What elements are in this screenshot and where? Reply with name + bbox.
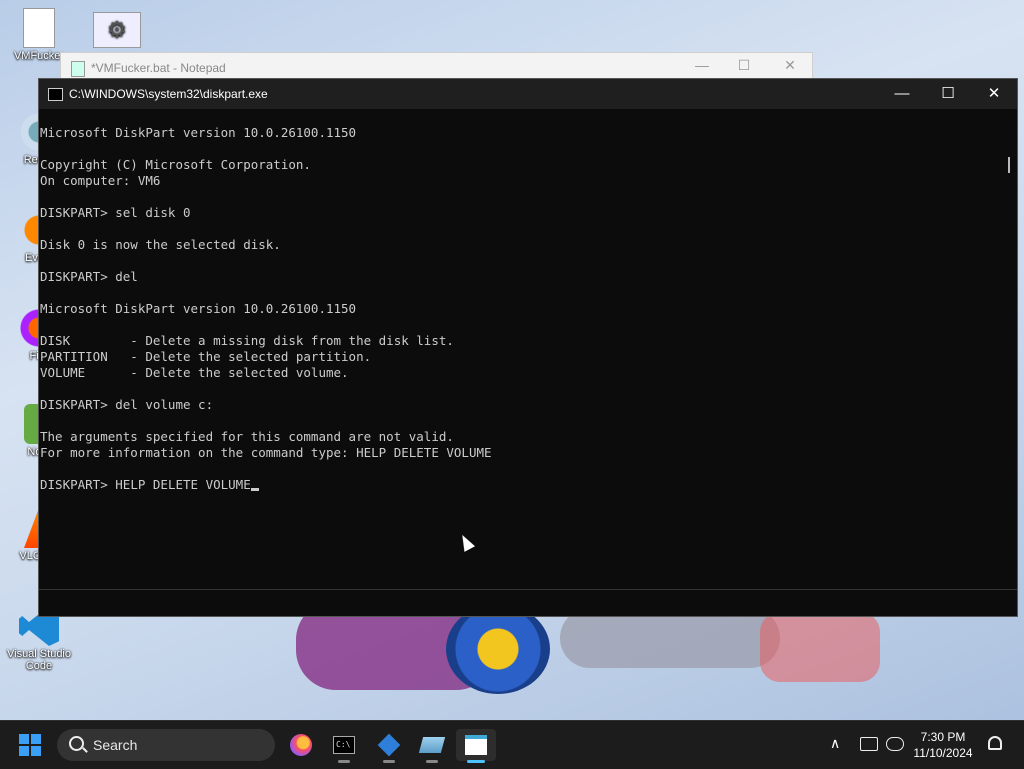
console-input[interactable]: HELP DELETE VOLUME (115, 477, 250, 492)
running-indicator (383, 760, 395, 763)
console-close-button[interactable]: ✕ (971, 79, 1017, 109)
running-indicator (467, 760, 485, 763)
notepad-icon (71, 61, 85, 77)
command-prompt-icon: C:\ (333, 736, 355, 754)
notepad-minimize-button[interactable]: — (687, 57, 717, 73)
notepad-title: *VMFucker.bat - Notepad (91, 61, 226, 75)
search-label: Search (93, 737, 138, 753)
running-indicator (426, 760, 438, 763)
desktop-icon-settings-file[interactable]: ⚙ (78, 12, 156, 50)
clock-date: 11/10/2024 (913, 746, 973, 760)
desktop-icon-label: VMFucker (13, 50, 65, 62)
taskbar-app-notepad-blue[interactable] (412, 729, 452, 763)
taskbar-app-command-prompt[interactable]: C:\ (324, 729, 364, 763)
diskpart-window[interactable]: C:\WINDOWS\system32\diskpart.exe — ☐ ✕ M… (38, 78, 1018, 617)
app-cube-icon (377, 733, 401, 757)
taskbar-clock[interactable]: 7:30 PM 11/10/2024 (912, 729, 974, 761)
console-output[interactable]: Microsoft DiskPart version 10.0.26100.11… (39, 109, 1001, 589)
console-bottom-bar (39, 589, 1017, 616)
taskbar-app-firefox[interactable] (281, 729, 321, 761)
notepad-blue-icon (418, 737, 446, 753)
console-minimize-button[interactable]: — (879, 79, 925, 109)
notification-bell-icon[interactable] (988, 736, 1002, 750)
console-maximize-button[interactable]: ☐ (925, 79, 971, 109)
wallpaper-wheel (446, 604, 550, 694)
wallpaper-shape (760, 612, 880, 682)
notepad-icon (465, 735, 487, 755)
running-indicator (338, 760, 350, 763)
desktop-icon-label: Visual Studio Code (6, 648, 71, 672)
console-titlebar[interactable]: C:\WINDOWS\system32\diskpart.exe — ☐ ✕ (39, 79, 1017, 109)
wallpaper-shape (560, 608, 780, 668)
taskbar-app-notepad[interactable] (456, 729, 496, 763)
firefox-icon (290, 734, 312, 756)
notepad-maximize-button[interactable]: ☐ (729, 57, 759, 74)
clock-time: 7:30 PM (920, 730, 966, 744)
volume-muted-icon[interactable] (886, 737, 904, 751)
text-cursor (250, 488, 259, 491)
console-vertical-scrollbar[interactable] (1001, 109, 1017, 589)
scrollbar-thumb[interactable] (1008, 157, 1010, 173)
windows-start-icon[interactable] (19, 734, 41, 756)
settings-file-icon: ⚙ (93, 12, 141, 48)
notepad-close-button[interactable]: ✕ (775, 57, 805, 74)
taskbar-app-cube[interactable] (369, 729, 409, 763)
search-icon (69, 736, 84, 751)
tray-chevron-up-icon[interactable]: ∧ (830, 735, 844, 751)
console-history: Microsoft DiskPart version 10.0.26100.11… (40, 125, 492, 460)
network-icon[interactable] (860, 737, 878, 751)
batch-file-icon (23, 8, 55, 48)
taskbar: Search C:\ ∧ 7:30 PM 11/10/2024 (0, 720, 1024, 769)
console-title: C:\WINDOWS\system32\diskpart.exe (69, 87, 268, 101)
console-app-icon (48, 88, 63, 101)
console-prompt: DISKPART> (40, 477, 116, 492)
taskbar-search-box[interactable]: Search (57, 729, 275, 761)
